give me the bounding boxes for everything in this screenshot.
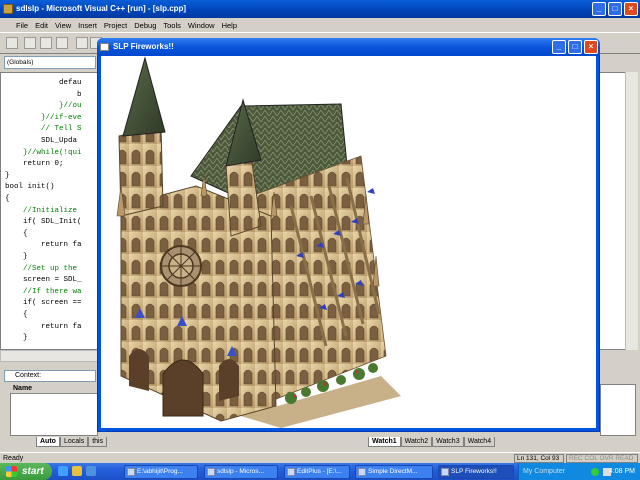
task-visual-cpp[interactable]: sdlslp - Micros... — [204, 465, 278, 479]
task-editplus-label: EditPlus - [E:\... — [297, 468, 342, 475]
system-tray: My Computer 4:08 PM — [518, 463, 640, 480]
show-desktop-icon[interactable] — [72, 466, 82, 476]
menu-view[interactable]: View — [55, 21, 71, 30]
menu-tools[interactable]: Tools — [163, 21, 181, 30]
clock[interactable]: 4:08 PM — [609, 463, 635, 480]
horizontal-scrollbar[interactable] — [0, 350, 100, 362]
code-line: if( SDL_Init( — [5, 218, 82, 227]
tab-locals[interactable]: Locals — [59, 437, 89, 447]
code-line: } — [5, 334, 28, 343]
task-fireworks[interactable]: SLP Fireworks!! — [438, 465, 514, 479]
tab-watch2[interactable]: Watch2 — [400, 437, 433, 447]
context-label: Context: — [15, 372, 42, 379]
task-sdl-docs-label: Simple DirectM... — [368, 468, 418, 475]
menu-edit[interactable]: Edit — [35, 21, 48, 30]
code-line: if( screen == — [5, 299, 82, 308]
cut-icon[interactable] — [76, 37, 88, 49]
fireworks-title-bar[interactable]: SLP Fireworks!! _ □ × — [97, 38, 600, 56]
name-column-header[interactable]: Name — [10, 384, 98, 394]
code-line: }//ou — [5, 102, 82, 111]
new-file-icon[interactable] — [6, 37, 18, 49]
task-editplus[interactable]: EditPlus - [E:\... — [284, 465, 350, 479]
code-line: screen = SDL_ — [5, 276, 82, 285]
vertical-scrollbar[interactable] — [625, 72, 638, 350]
menu-project[interactable]: Project — [104, 21, 127, 30]
save-icon[interactable] — [40, 37, 52, 49]
start-label: start — [22, 466, 44, 477]
menu-insert[interactable]: Insert — [78, 21, 97, 30]
tray-label: My Computer — [523, 468, 566, 475]
tab-watch1[interactable]: Watch1 — [368, 437, 401, 447]
task-sdl-docs[interactable]: Simple DirectM... — [355, 465, 433, 479]
fw-maximize-button[interactable]: □ — [568, 40, 582, 54]
save-all-icon[interactable] — [56, 37, 68, 49]
open-folder-icon[interactable] — [24, 37, 36, 49]
tab-this[interactable]: this — [88, 437, 108, 447]
browser-icon — [358, 468, 366, 476]
task-explorer[interactable]: E:\abhijit\Prog... — [124, 465, 198, 479]
task-fireworks-label: SLP Fireworks!! — [451, 468, 497, 475]
watch-pane[interactable] — [600, 384, 636, 436]
code-line: } — [5, 253, 28, 261]
cursor-position: Ln 131, Col 93 — [514, 454, 564, 463]
cathedral-image — [116, 56, 401, 428]
ie-icon[interactable] — [58, 466, 68, 476]
code-line: // Tell S — [5, 125, 82, 134]
fw-close-button[interactable]: × — [584, 40, 598, 54]
menu-debug[interactable]: Debug — [134, 21, 156, 30]
code-line: } — [5, 171, 10, 180]
ide-title: sdlslp - Microsoft Visual C++ [run] - [s… — [16, 4, 187, 13]
menu-bar: File Edit View Insert Project Debug Tool… — [0, 18, 640, 32]
minimize-button[interactable]: _ — [592, 2, 606, 16]
close-button[interactable]: × — [624, 2, 638, 16]
status-bar: Ready Ln 131, Col 93 REC COL OVR READ — [0, 452, 640, 463]
code-line: }//while(!qui — [5, 148, 82, 157]
ide-title-bar[interactable]: sdlslp - Microsoft Visual C++ [run] - [s… — [0, 0, 640, 18]
scope-combo[interactable]: (Globals) — [4, 56, 96, 69]
start-button[interactable]: start — [0, 463, 52, 480]
menu-file[interactable]: File — [16, 21, 28, 30]
fireworks-title: SLP Fireworks!! — [113, 42, 174, 51]
status-indicators: REC COL OVR READ — [566, 454, 638, 463]
code-line: return fa — [5, 322, 82, 331]
code-line: b — [5, 90, 82, 99]
code-line: //Initialize — [5, 206, 78, 215]
tab-watch3[interactable]: Watch3 — [432, 437, 464, 447]
code-line: defau — [5, 79, 82, 87]
editplus-icon — [287, 468, 295, 476]
tab-watch4[interactable]: Watch4 — [463, 437, 496, 447]
code-line: { — [5, 229, 28, 238]
code-line: { — [5, 195, 10, 203]
context-combo[interactable]: Context: — [4, 370, 96, 382]
network-icon[interactable] — [591, 468, 599, 476]
vc-icon — [207, 468, 215, 476]
code-line: //Set up the — [5, 264, 78, 273]
media-player-icon[interactable] — [86, 466, 96, 476]
windows-flag-icon — [6, 466, 17, 477]
variables-tabs: Auto Locals this — [36, 437, 108, 447]
maximize-button[interactable]: □ — [608, 2, 622, 16]
code-line: SDL_Upda — [5, 137, 78, 145]
code-line: }//if-eve — [5, 113, 82, 122]
code-line: bool init() — [5, 183, 55, 192]
window-icon — [100, 43, 109, 51]
tab-auto[interactable]: Auto — [36, 437, 60, 447]
vc-app-icon — [3, 4, 13, 14]
watch-tabs: Watch1 Watch2 Watch3 Watch4 — [368, 437, 496, 447]
menu-window[interactable]: Window — [188, 21, 215, 30]
code-line: return fa — [5, 241, 82, 250]
status-text: Ready — [3, 455, 24, 462]
task-visual-cpp-label: sdlslp - Micros... — [217, 468, 264, 475]
task-explorer-label: E:\abhijit\Prog... — [137, 468, 183, 475]
window-app-icon — [441, 468, 449, 476]
code-line: return 0; — [5, 160, 64, 169]
fireworks-canvas[interactable] — [101, 56, 596, 428]
menu-help[interactable]: Help — [222, 21, 237, 30]
code-line: //If there wa — [5, 287, 82, 296]
folder-icon — [127, 468, 135, 476]
fw-minimize-button[interactable]: _ — [552, 40, 566, 54]
code-line: { — [5, 311, 28, 319]
